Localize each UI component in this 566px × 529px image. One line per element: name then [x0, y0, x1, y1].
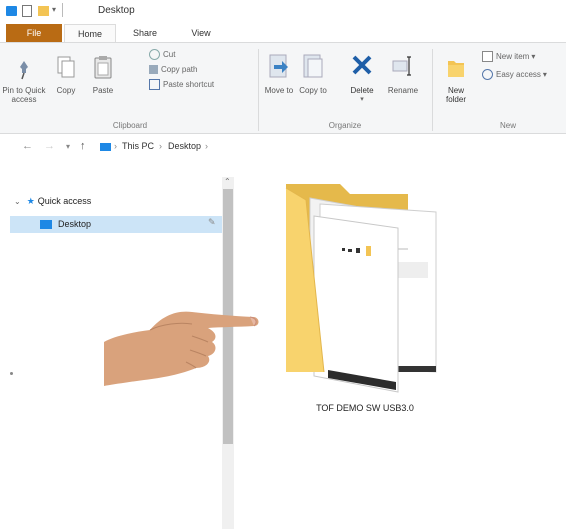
address-bar: ← → ▾ ↑ › This PC › Desktop › — [0, 136, 566, 158]
desktop-icon — [40, 220, 52, 229]
scissors-icon — [149, 49, 160, 61]
copy-icon — [57, 56, 75, 78]
pin-to-quick-access-button[interactable]: Pin to Quick access — [2, 59, 46, 104]
breadcrumb-separator: › — [114, 141, 117, 151]
copy-path-icon — [149, 65, 158, 75]
copy-to-button[interactable]: Copy to — [298, 53, 328, 95]
delete-label: Delete — [350, 86, 374, 95]
easy-access-dropdown-icon: ▾ — [542, 70, 547, 79]
breadcrumb-desktop[interactable]: Desktop — [168, 141, 201, 151]
easy-access-button[interactable]: Easy access ▾ — [482, 69, 547, 81]
recent-locations-icon[interactable]: ▾ — [66, 142, 70, 151]
expand-chevron-icon[interactable]: ⌄ — [14, 197, 21, 206]
pin-label: Pin to Quick access — [2, 86, 46, 104]
paste-icon — [94, 56, 112, 79]
easy-access-icon — [482, 69, 493, 81]
up-arrow-icon[interactable]: ↑ — [80, 140, 86, 152]
tab-view[interactable]: View — [176, 24, 226, 42]
easy-access-label: Easy access — [496, 70, 541, 79]
properties-icon[interactable] — [22, 5, 32, 17]
rename-button[interactable]: Rename — [384, 53, 422, 95]
nav-item-desktop[interactable]: Desktop ✎ — [10, 216, 225, 233]
folder-name-label[interactable]: TOF DEMO SW USB3.0 — [300, 403, 430, 413]
scroll-up-icon[interactable]: ⌃ — [224, 177, 231, 186]
tab-file[interactable]: File — [6, 24, 62, 42]
quick-access-dropdown-icon[interactable]: ▾ — [52, 5, 56, 14]
back-arrow-icon[interactable]: ← — [22, 140, 33, 152]
nav-dot — [10, 372, 13, 375]
window-title: Desktop — [98, 5, 135, 16]
paste-shortcut-label: Paste shortcut — [163, 80, 215, 89]
desktop-label: Desktop — [58, 219, 92, 229]
paste-button[interactable]: Paste — [85, 55, 121, 95]
breadcrumb-separator: › — [205, 141, 208, 151]
pinned-icon: ✎ — [208, 217, 216, 227]
copy-button[interactable]: Copy — [48, 55, 84, 95]
this-pc-icon — [100, 143, 111, 151]
title-bar: ▾ Desktop — [0, 0, 566, 22]
copy-to-label: Copy to — [299, 86, 327, 95]
forward-arrow-icon[interactable]: → — [44, 140, 55, 152]
delete-button[interactable]: Delete ▾ — [344, 53, 380, 104]
new-item-icon — [482, 51, 493, 63]
delete-x-icon — [352, 55, 372, 75]
ribbon-tabs: File Home Share View — [0, 24, 566, 42]
pin-icon — [20, 61, 28, 80]
star-icon: ★ — [26, 196, 35, 206]
new-item-label: New item — [496, 52, 530, 61]
copy-label: Copy — [56, 86, 76, 95]
paste-label: Paste — [92, 86, 114, 95]
move-to-button[interactable]: Move to — [264, 53, 294, 95]
group-separator — [258, 49, 259, 131]
quick-access-label: Quick access — [37, 196, 92, 206]
organize-group-label: Organize — [328, 121, 362, 130]
move-to-icon — [269, 54, 288, 78]
copy-to-icon — [303, 54, 323, 78]
copy-path-button[interactable]: Copy path — [149, 64, 197, 76]
move-to-label: Move to — [264, 86, 294, 95]
cut-label: Cut — [163, 50, 176, 59]
delete-dropdown-icon[interactable]: ▾ — [344, 95, 380, 104]
breadcrumb-this-pc[interactable]: This PC — [122, 141, 154, 151]
quick-access-node[interactable]: ⌄ ★ Quick access — [14, 193, 91, 209]
new-folder-button[interactable]: New folder — [438, 55, 474, 104]
pointing-hand-image — [104, 311, 259, 386]
new-folder-icon — [448, 61, 464, 77]
explorer-app-icon — [6, 6, 17, 16]
breadcrumb-separator: › — [159, 141, 162, 151]
ribbon: Pin to Quick access Copy Paste Cut Copy … — [0, 42, 566, 134]
tab-share[interactable]: Share — [120, 24, 170, 42]
new-folder-label: New folder — [445, 86, 466, 104]
new-folder-quick-icon[interactable] — [38, 6, 49, 16]
clipboard-group-label: Clipboard — [112, 121, 148, 130]
copy-path-label: Copy path — [161, 65, 198, 74]
paste-shortcut-button[interactable]: Paste shortcut — [149, 79, 214, 91]
rename-icon — [392, 56, 411, 76]
title-separator — [62, 3, 63, 17]
cut-button[interactable]: Cut — [149, 49, 175, 61]
paste-shortcut-icon — [149, 79, 160, 91]
tab-home[interactable]: Home — [64, 24, 116, 42]
document-preview-front — [313, 215, 399, 393]
folder-tile[interactable] — [280, 176, 450, 401]
group-separator — [432, 49, 433, 131]
new-group-label: New — [499, 121, 516, 130]
new-item-dropdown-icon: ▾ — [531, 52, 536, 61]
rename-label: Rename — [387, 86, 419, 95]
new-item-button[interactable]: New item ▾ — [482, 51, 535, 63]
